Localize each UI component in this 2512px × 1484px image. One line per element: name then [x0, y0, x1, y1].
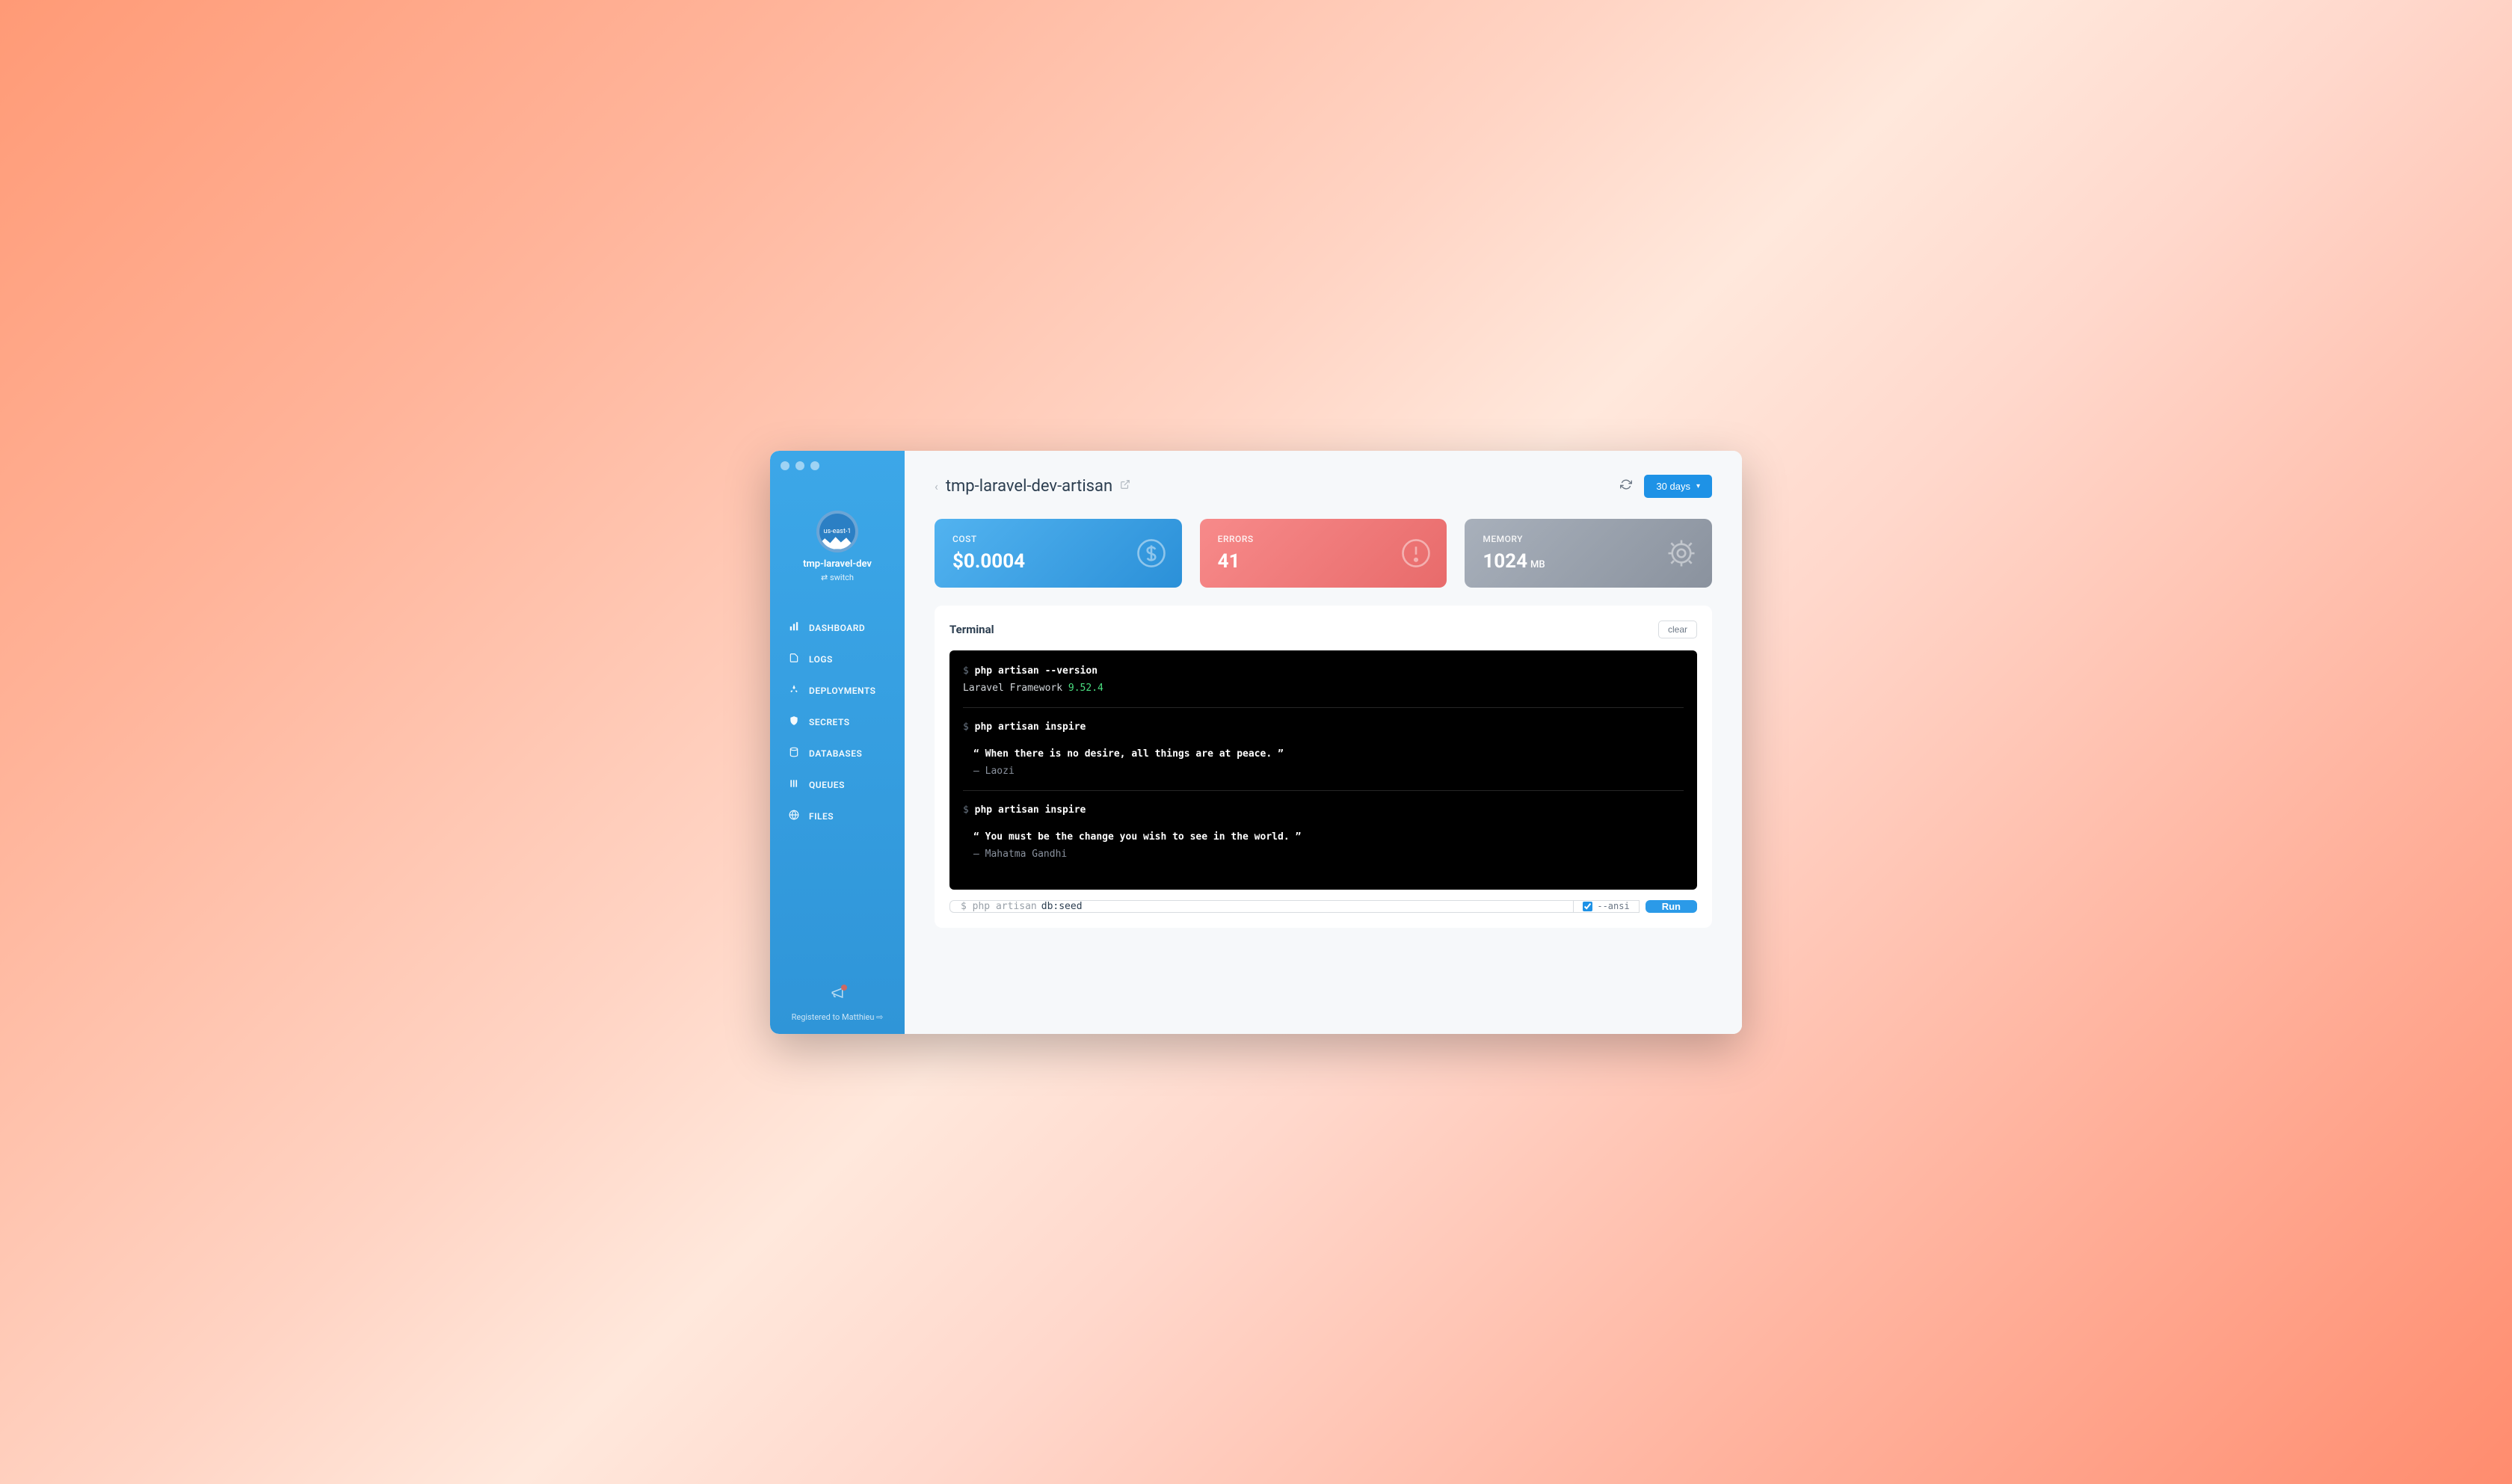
database-icon — [788, 747, 800, 760]
globe-icon — [788, 810, 800, 823]
page-title: tmp-laravel-dev-artisan — [946, 477, 1112, 496]
terminal-block: $ php artisan --version Laravel Framewor… — [963, 662, 1684, 709]
cost-value: $0.0004 — [952, 550, 1164, 573]
memory-value: 1024MB — [1483, 550, 1694, 573]
shield-icon — [788, 715, 800, 729]
terminal-title: Terminal — [949, 623, 994, 636]
ansi-checkbox[interactable] — [1583, 902, 1592, 911]
command-text: php artisan --version — [975, 665, 1098, 677]
main-content: ‹ tmp-laravel-dev-artisan 30 days COST $… — [905, 451, 1742, 1034]
period-dropdown[interactable]: 30 days — [1644, 475, 1712, 498]
scroll-icon — [788, 653, 800, 666]
nav-label: QUEUES — [809, 780, 845, 790]
command-input[interactable] — [1041, 901, 1563, 912]
ansi-label: --ansi — [1597, 901, 1629, 911]
terminal-block: $ php artisan inspire “ You must be the … — [963, 801, 1684, 873]
external-link-icon[interactable] — [1120, 479, 1130, 493]
rocket-icon — [788, 684, 800, 698]
nav-dashboard[interactable]: DASHBOARD — [770, 612, 905, 644]
errors-card[interactable]: ERRORS 41 — [1200, 519, 1447, 588]
nav-logs[interactable]: LOGS — [770, 644, 905, 675]
nav-label: FILES — [809, 811, 834, 822]
cost-label: COST — [952, 534, 1164, 544]
prompt-sign: $ — [963, 665, 975, 677]
nav-secrets[interactable]: SECRETS — [770, 706, 905, 738]
command-input-wrap[interactable]: $ php artisan — [949, 900, 1574, 913]
command-text: php artisan inspire — [975, 804, 1086, 816]
prompt-sign: $ — [963, 804, 975, 816]
period-label: 30 days — [1656, 481, 1690, 492]
sidebar: us-east-1 tmp-laravel-dev switch DASHBOA… — [770, 451, 905, 1034]
memory-unit: MB — [1530, 559, 1545, 570]
nav-queues[interactable]: QUEUES — [770, 769, 905, 801]
sidebar-header: us-east-1 tmp-laravel-dev switch — [770, 496, 905, 597]
version-text: 9.52.4 — [1068, 683, 1103, 694]
nav-label: DASHBOARD — [809, 623, 865, 633]
window-dot-close[interactable] — [781, 461, 789, 470]
prompt-sign: $ — [963, 721, 975, 733]
app-window: us-east-1 tmp-laravel-dev switch DASHBOA… — [770, 451, 1742, 1034]
quote-author: — Mahatma Gandhi — [963, 846, 1684, 863]
region-label: us-east-1 — [824, 528, 852, 535]
ansi-toggle[interactable]: --ansi — [1574, 900, 1639, 913]
switch-project[interactable]: switch — [778, 573, 897, 582]
project-avatar[interactable]: us-east-1 — [816, 511, 858, 552]
nav-label: LOGS — [809, 654, 833, 665]
window-dot-min[interactable] — [795, 461, 804, 470]
stat-cards: COST $0.0004 ERRORS 41 MEMORY 1024MB — [935, 519, 1712, 588]
refresh-button[interactable] — [1620, 478, 1632, 493]
back-button[interactable]: ‹ — [935, 479, 938, 493]
terminal-input-row: $ php artisan --ansi Run — [949, 900, 1697, 913]
registered-to[interactable]: Registered to Matthieu ⇨ — [782, 1012, 893, 1022]
memory-card[interactable]: MEMORY 1024MB — [1465, 519, 1712, 588]
bar-chart-icon — [788, 621, 800, 635]
terminal-header: Terminal clear — [949, 621, 1697, 638]
nav-files[interactable]: FILES — [770, 801, 905, 832]
sidebar-footer: Registered to Matthieu ⇨ — [770, 974, 905, 1034]
project-name: tmp-laravel-dev — [778, 558, 897, 570]
command-text: php artisan inspire — [975, 721, 1086, 733]
nav-label: SECRETS — [809, 717, 850, 727]
input-prefix: $ php artisan — [961, 901, 1037, 912]
quote-text: “ When there is no desire, all things ar… — [963, 745, 1684, 763]
errors-label: ERRORS — [1218, 534, 1429, 544]
memory-number: 1024 — [1483, 550, 1527, 573]
announcements-button[interactable] — [831, 986, 844, 1003]
title-wrap: ‹ tmp-laravel-dev-artisan — [935, 477, 1130, 496]
output-line: Laravel Framework 9.52.4 — [963, 680, 1684, 697]
quote-author: — Laozi — [963, 763, 1684, 780]
dollar-icon — [1136, 538, 1167, 569]
window-dot-max[interactable] — [810, 461, 819, 470]
terminal-output[interactable]: $ php artisan --version Laravel Framewor… — [949, 650, 1697, 890]
content-header: ‹ tmp-laravel-dev-artisan 30 days — [935, 475, 1712, 498]
window-controls — [781, 461, 819, 470]
nav-label: DEPLOYMENTS — [809, 686, 876, 696]
quote-text: “ You must be the change you wish to see… — [963, 828, 1684, 846]
alert-icon — [1400, 538, 1432, 569]
cost-card[interactable]: COST $0.0004 — [935, 519, 1182, 588]
notification-badge — [841, 985, 847, 991]
gear-icon — [1666, 538, 1697, 569]
sidebar-nav: DASHBOARD LOGS DEPLOYMENTS SECRETS — [770, 597, 905, 974]
terminal-block: $ php artisan inspire “ When there is no… — [963, 718, 1684, 791]
header-actions: 30 days — [1620, 475, 1712, 498]
clear-button[interactable]: clear — [1658, 621, 1697, 638]
nav-label: DATABASES — [809, 748, 862, 759]
nav-databases[interactable]: DATABASES — [770, 738, 905, 769]
run-button[interactable]: Run — [1646, 900, 1697, 913]
errors-value: 41 — [1218, 550, 1429, 573]
terminal-panel: Terminal clear $ php artisan --version L… — [935, 606, 1712, 928]
memory-label: MEMORY — [1483, 534, 1694, 544]
bars-icon — [788, 778, 800, 792]
nav-deployments[interactable]: DEPLOYMENTS — [770, 675, 905, 706]
